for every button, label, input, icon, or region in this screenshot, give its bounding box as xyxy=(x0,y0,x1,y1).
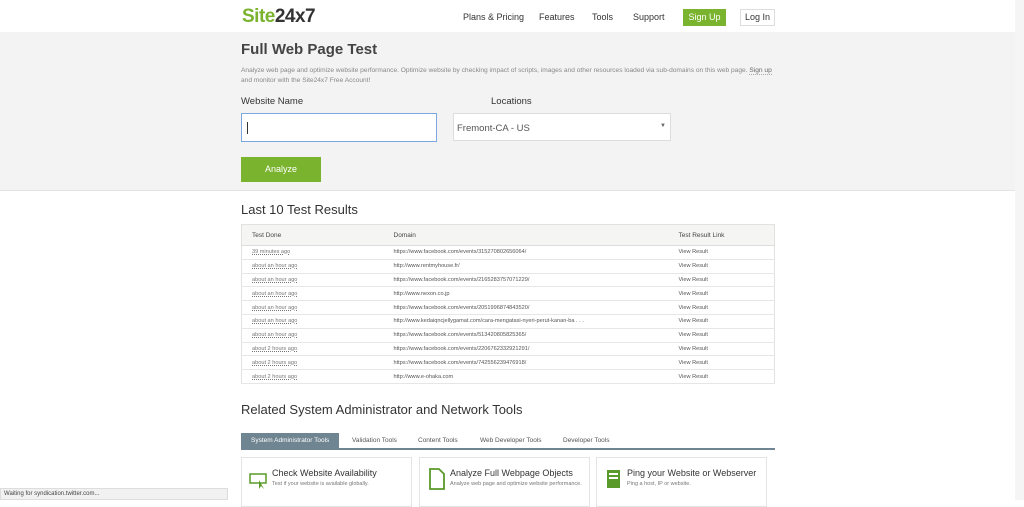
related-title: Related System Administrator and Network… xyxy=(241,402,523,417)
dropdown-arrow-icon: ▼ xyxy=(660,123,666,129)
domain-cell: https://www.facebook.com/events/21652837… xyxy=(393,273,679,288)
page-title: Full Web Page Test xyxy=(241,41,378,58)
table-row: about an hour ago https://www.facebook.co… xyxy=(241,300,775,315)
table-row: 39 minutes ago https://www.facebook.com/e… xyxy=(241,245,775,260)
domain-cell: https://www.facebook.com/events/22067623… xyxy=(393,342,679,357)
table-row: about an hour ago https://www.facebook.co… xyxy=(241,328,775,343)
nav-features[interactable]: Features xyxy=(539,12,575,22)
table-row: about an hour ago https://www.facebook.co… xyxy=(241,273,775,288)
view-result-link[interactable]: View Result xyxy=(678,314,775,329)
view-result-link[interactable]: View Result xyxy=(678,273,775,288)
test-done-link[interactable]: about an hour ago xyxy=(241,300,394,315)
domain-cell: http://www.nexon.co.jp xyxy=(393,286,679,302)
table-row: about 2 hours ago https://www.facebook.co… xyxy=(241,342,775,357)
table-row: about an hour ago http://www.kedaiqncjell… xyxy=(241,314,775,329)
test-done-link[interactable]: about an hour ago xyxy=(241,328,394,343)
hero-section xyxy=(0,32,1015,191)
nav-plans-pricing[interactable]: Plans & Pricing xyxy=(463,12,524,22)
col-domain: Domain xyxy=(393,224,679,246)
domain-cell: http://www.e-ohaka.com xyxy=(393,369,679,384)
tools-tabs: System Administrator Tools Validation To… xyxy=(241,433,775,450)
test-done-link[interactable]: about an hour ago xyxy=(241,286,394,302)
table-row: about 2 hours ago http://www.e-ohaka.com V… xyxy=(241,369,775,384)
tab-web-developer-tools[interactable]: Web Developer Tools xyxy=(480,433,542,449)
locations-label: Locations xyxy=(491,96,532,107)
test-done-link[interactable]: 39 minutes ago xyxy=(241,245,394,260)
top-nav: Site24x7 Plans & Pricing Features Tools … xyxy=(0,0,1024,32)
domain-cell: https://www.facebook.com/events/20519968… xyxy=(393,300,679,315)
tab-system-admin-tools[interactable]: System Administrator Tools xyxy=(241,433,340,449)
nav-support[interactable]: Support xyxy=(633,12,665,22)
website-name-label: Website Name xyxy=(241,96,304,107)
text-caret xyxy=(247,122,248,134)
tab-developer-tools[interactable]: Developer Tools xyxy=(563,433,610,449)
test-done-link[interactable]: about 2 hours ago xyxy=(241,355,394,371)
view-result-link[interactable]: View Result xyxy=(678,328,775,343)
page-description: Analyze web page and optimize website pe… xyxy=(241,67,772,84)
test-done-link[interactable]: about 2 hours ago xyxy=(241,369,394,384)
sign-up-link[interactable]: Sign up xyxy=(749,67,772,75)
domain-cell: https://www.facebook.com/events/51342080… xyxy=(393,328,679,343)
test-done-link[interactable]: about an hour ago xyxy=(241,259,394,274)
view-result-link[interactable]: View Result xyxy=(678,286,775,302)
domain-cell: http://www.kedaiqncjellygamat.com/cara-m… xyxy=(393,314,679,329)
location-select[interactable]: Fremont-CA - US ▼ xyxy=(453,113,671,141)
test-done-link[interactable]: about 2 hours ago xyxy=(241,342,394,357)
site24x7-logo[interactable]: Site24x7 xyxy=(242,6,316,28)
view-result-link[interactable]: View Result xyxy=(678,245,775,260)
domain-cell: https://www.facebook.com/events/31527080… xyxy=(393,245,679,260)
tab-validation-tools[interactable]: Validation Tools xyxy=(352,433,397,449)
server-icon xyxy=(607,470,620,488)
document-icon xyxy=(429,468,445,490)
table-row: about 2 hours ago https://www.facebook.co… xyxy=(241,355,775,371)
browser-status-bar: Waiting for syndication.twitter.com... xyxy=(0,488,228,500)
domain-cell: https://www.facebook.com/events/74255623… xyxy=(393,355,679,371)
page-scrollbar[interactable] xyxy=(1015,0,1024,500)
col-result-link: Test Result Link xyxy=(678,224,775,246)
col-test-done: Test Done xyxy=(241,224,394,246)
analyze-button[interactable]: Analyze xyxy=(241,157,321,182)
view-result-link[interactable]: View Result xyxy=(678,259,775,274)
log-in-button[interactable]: Log In xyxy=(740,9,775,26)
view-result-link[interactable]: View Result xyxy=(678,369,775,384)
sign-up-button[interactable]: Sign Up xyxy=(683,9,726,26)
tab-content-tools[interactable]: Content Tools xyxy=(418,433,458,449)
test-done-link[interactable]: about an hour ago xyxy=(241,273,394,288)
view-result-link[interactable]: View Result xyxy=(678,355,775,371)
test-done-link[interactable]: about an hour ago xyxy=(241,314,394,329)
monitor-cursor-icon xyxy=(249,473,267,489)
table-row: about an hour ago http://www.rentmyhouse.… xyxy=(241,259,775,274)
nav-tools[interactable]: Tools xyxy=(592,12,613,22)
view-result-link[interactable]: View Result xyxy=(678,300,775,315)
results-title: Last 10 Test Results xyxy=(241,202,358,217)
table-row: about an hour ago http://www.nexon.co.jp V… xyxy=(241,286,775,302)
website-name-input[interactable] xyxy=(241,113,437,142)
view-result-link[interactable]: View Result xyxy=(678,342,775,357)
results-table: Test Done Domain Test Result Link 39 min… xyxy=(241,224,775,384)
domain-cell: http://www.rentmyhouse.fr/ xyxy=(393,259,679,274)
